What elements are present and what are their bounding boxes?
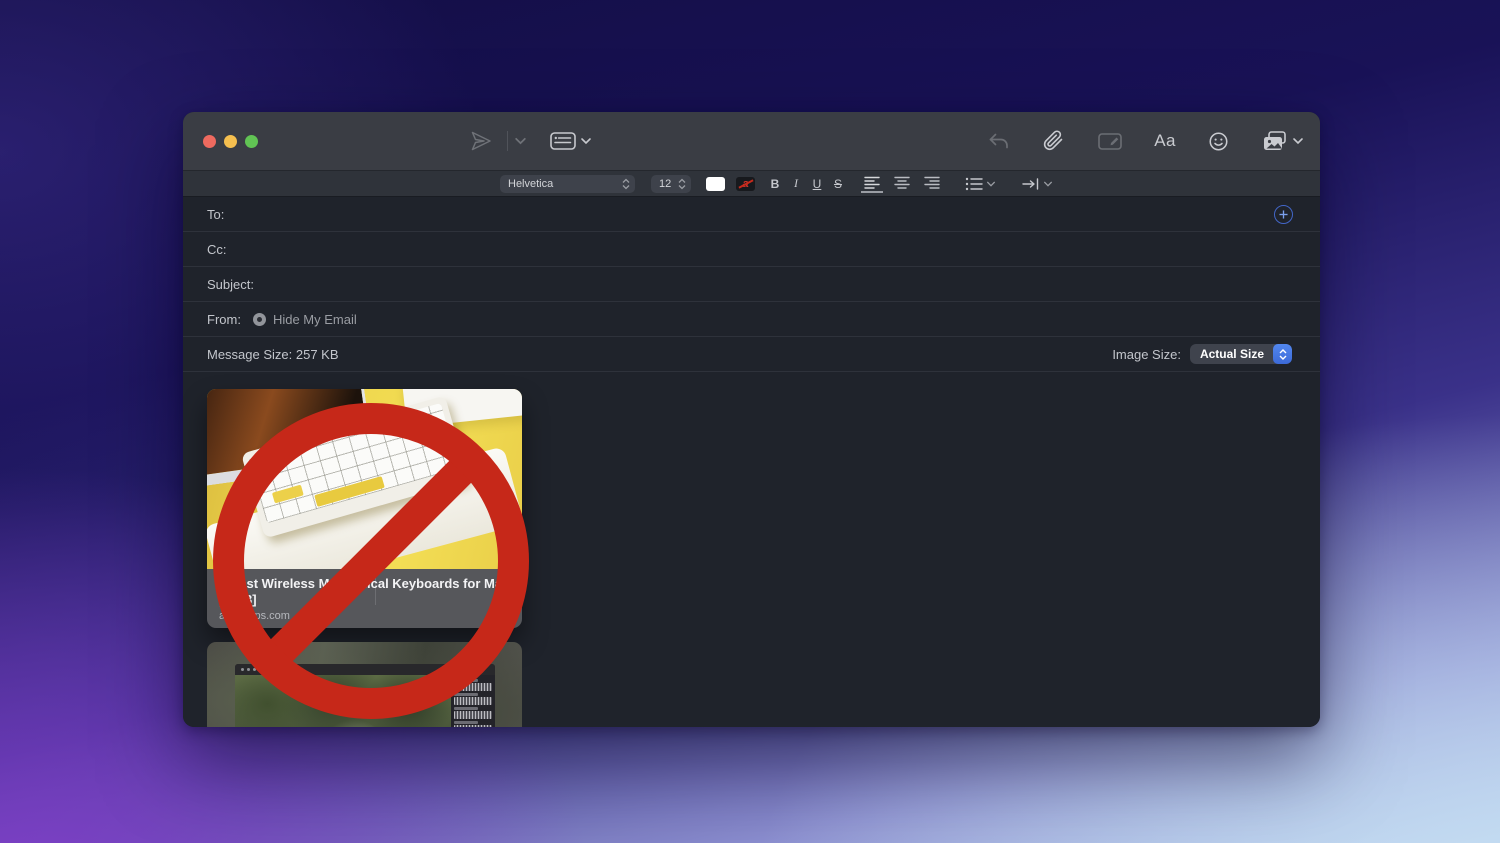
- image-size-value: Actual Size: [1200, 347, 1264, 361]
- list-style-icon: [965, 177, 983, 191]
- plus-icon: [1279, 210, 1288, 219]
- send-options-chevron: [514, 136, 527, 146]
- cc-field[interactable]: Cc:: [183, 232, 1320, 267]
- align-left-icon: [864, 176, 880, 189]
- italic-button[interactable]: I: [789, 176, 803, 191]
- hide-my-email-icon: [253, 313, 266, 326]
- titlebar[interactable]: Aa: [183, 112, 1320, 170]
- fonts-button[interactable]: Aa: [1154, 131, 1176, 151]
- chevron-down-icon: [1043, 180, 1053, 188]
- stepper-icon: [622, 178, 630, 190]
- stepper-icon: [678, 178, 686, 190]
- font-size-select[interactable]: 12: [651, 175, 691, 193]
- message-size-label: Message Size: 257 KB: [207, 347, 339, 362]
- from-label: From:: [207, 312, 241, 327]
- image-size-dropdown[interactable]: Actual Size: [1190, 344, 1292, 364]
- emoji-button[interactable]: [1207, 130, 1230, 153]
- send-options-button[interactable]: [514, 112, 527, 170]
- background-color-well[interactable]: a: [736, 177, 755, 191]
- panel-row: [454, 721, 492, 727]
- align-center-button[interactable]: [891, 174, 913, 193]
- header-fields-button[interactable]: [549, 112, 592, 170]
- undo-button[interactable]: [987, 131, 1011, 151]
- subject-label: Subject:: [207, 277, 254, 292]
- bold-button[interactable]: B: [768, 177, 782, 191]
- format-bar: Helvetica 12 a B I U S: [183, 170, 1320, 197]
- underline-button[interactable]: U: [810, 177, 824, 191]
- chevron-down-icon: [986, 180, 996, 188]
- text-color-well[interactable]: [706, 177, 725, 191]
- traffic-lights: [203, 135, 258, 148]
- strikethrough-button[interactable]: S: [831, 177, 845, 191]
- image-size-label: Image Size:: [1112, 347, 1181, 362]
- size-row: Message Size: 257 KB Image Size: Actual …: [183, 337, 1320, 372]
- toolbar-right-group: Aa: [987, 112, 1304, 170]
- undo-icon: [987, 131, 1011, 151]
- prohibition-sign: [213, 403, 529, 719]
- subject-field[interactable]: Subject:: [183, 267, 1320, 302]
- align-right-button[interactable]: [921, 174, 943, 193]
- font-size-value: 12: [659, 178, 671, 190]
- photo-browser-button[interactable]: [1261, 129, 1304, 153]
- header-fields-icon: [549, 130, 577, 152]
- align-right-icon: [924, 176, 940, 189]
- to-label: To:: [207, 207, 224, 222]
- markup-icon: [1097, 130, 1123, 152]
- photo-browser-chevron: [1292, 136, 1304, 146]
- header-fields-chevron: [580, 136, 592, 146]
- header-fields: To: Cc: Subject: From: Hide My Email Mes…: [183, 197, 1320, 372]
- add-recipient-button[interactable]: [1274, 205, 1293, 224]
- indent-icon: [1022, 177, 1040, 191]
- mail-compose-window: Aa: [183, 112, 1320, 727]
- zoom-button[interactable]: [245, 135, 258, 148]
- to-field[interactable]: To:: [183, 197, 1320, 232]
- attach-button[interactable]: [1042, 129, 1066, 153]
- hide-my-email-label[interactable]: Hide My Email: [273, 312, 357, 327]
- from-field[interactable]: From: Hide My Email: [183, 302, 1320, 337]
- align-center-icon: [894, 176, 910, 189]
- list-style-button[interactable]: [965, 177, 996, 191]
- font-family-select[interactable]: Helvetica: [500, 175, 635, 193]
- send-button[interactable]: [469, 112, 493, 170]
- attach-icon: [1042, 129, 1066, 153]
- minimize-button[interactable]: [224, 135, 237, 148]
- send-icon: [469, 129, 493, 153]
- dropdown-stepper-icon: [1273, 344, 1292, 364]
- photo-browser-icon: [1261, 129, 1289, 153]
- cc-label: Cc:: [207, 242, 227, 257]
- toolbar-divider: [507, 131, 508, 151]
- font-family-value: Helvetica: [508, 178, 553, 190]
- indent-button[interactable]: [1022, 177, 1053, 191]
- prohibition-ring: [213, 403, 529, 719]
- align-left-button[interactable]: [861, 174, 883, 193]
- close-button[interactable]: [203, 135, 216, 148]
- markup-button[interactable]: [1097, 130, 1123, 152]
- emoji-icon: [1207, 130, 1230, 153]
